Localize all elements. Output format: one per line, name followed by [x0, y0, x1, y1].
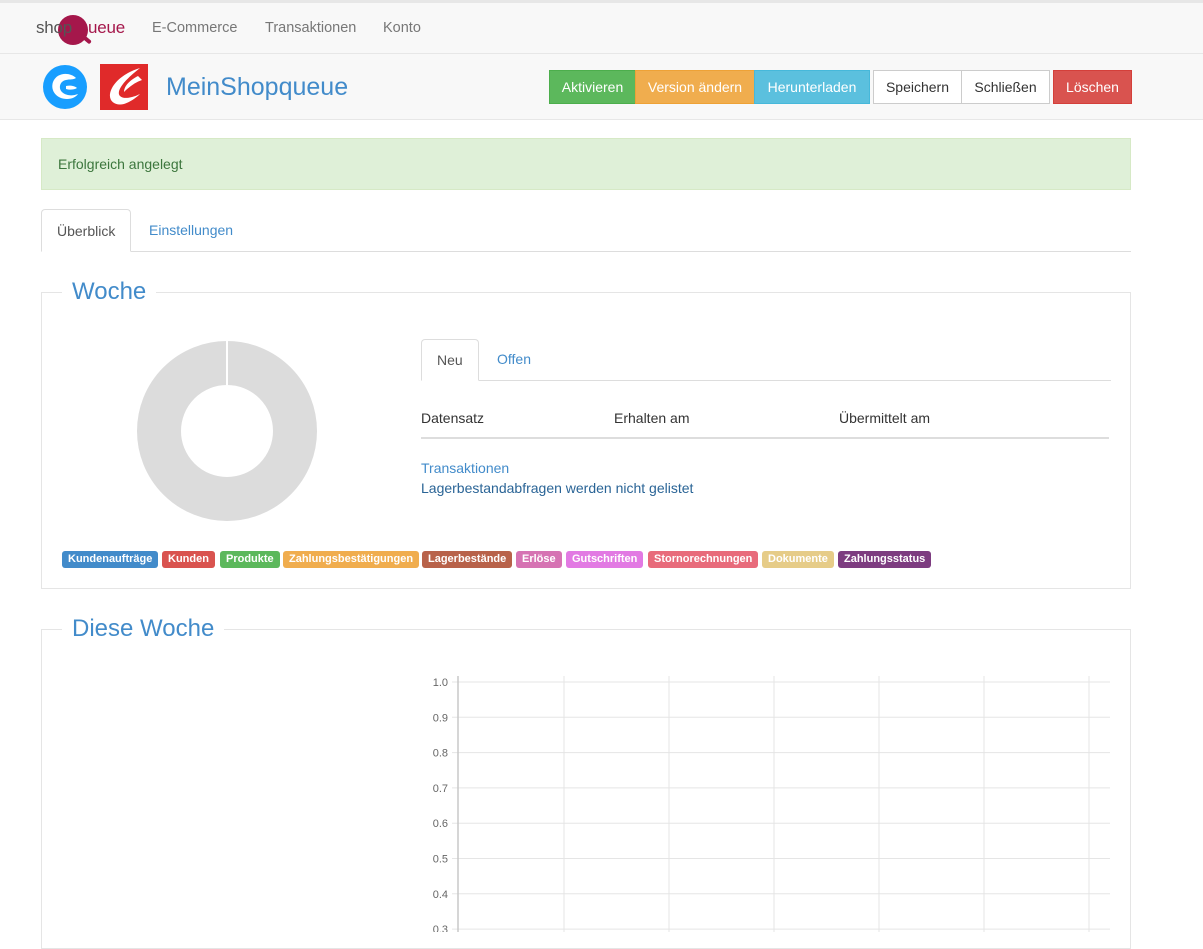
this-week-panel-title: Diese Woche: [62, 615, 225, 643]
chart-y-tick-label: 1.0: [433, 677, 448, 689]
success-alert: Erfolgreich angelegt: [41, 138, 1131, 190]
download-button[interactable]: Herunterladen: [754, 70, 870, 104]
top-navbar: shop ueue E-Commerce Transaktionen Konto: [0, 0, 1203, 54]
chart-y-tick-label: 0.3: [433, 924, 448, 932]
week-subtabs: Neu Offen: [421, 339, 1111, 381]
inventory-note: Lagerbestandabfragen werden nicht gelist…: [421, 480, 694, 496]
col-header-received[interactable]: Erhalten am: [614, 410, 689, 426]
week-donut-chart: [137, 340, 317, 521]
app-header: MeinShopqueue Aktivieren Version ändern …: [0, 54, 1203, 120]
close-button[interactable]: Schließen: [961, 70, 1050, 104]
legend-badge-2[interactable]: Produkte: [220, 551, 280, 568]
main-tabs: Überblick Einstellungen: [41, 209, 1131, 252]
legend-badge-1[interactable]: Kunden: [162, 551, 215, 568]
tab-new[interactable]: Neu: [421, 339, 479, 381]
nav-ecommerce[interactable]: E-Commerce: [152, 20, 237, 36]
tab-settings[interactable]: Einstellungen: [134, 209, 248, 252]
nav-account[interactable]: Konto: [383, 20, 421, 36]
chart-y-tick-label: 0.9: [433, 712, 448, 724]
connector-logo-icon: [100, 64, 148, 110]
chart-y-tick-label: 0.8: [433, 748, 448, 760]
legend-badge-7[interactable]: Stornorechnungen: [648, 551, 759, 568]
legend-badge-0[interactable]: Kundenaufträge: [62, 551, 159, 568]
col-header-transmitted[interactable]: Übermittelt am: [839, 410, 930, 426]
brand-prefix: shop: [36, 18, 73, 37]
activate-button[interactable]: Aktivieren: [549, 70, 636, 104]
chart-y-tick-label: 0.4: [433, 889, 448, 901]
brand-suffix: ueue: [88, 18, 126, 37]
this-week-line-chart: 1.0 0.9 0.8 0.7 0.6 0.5 0.4 0.3: [433, 676, 1110, 932]
change-version-button[interactable]: Version ändern: [635, 70, 755, 104]
tab-overview[interactable]: Überblick: [41, 209, 131, 252]
page-title: MeinShopqueue: [166, 73, 349, 101]
brand-text: shop ueue: [36, 18, 125, 38]
chart-y-tick-label: 0.5: [433, 854, 448, 866]
delete-button[interactable]: Löschen: [1053, 70, 1132, 104]
col-header-record[interactable]: Datensatz: [421, 410, 484, 426]
brand-logo[interactable]: shop ueue: [36, 15, 136, 45]
legend-badge-3[interactable]: Zahlungsbestätigungen: [283, 551, 420, 568]
table-header-divider: [421, 437, 1109, 439]
legend-badge-8[interactable]: Dokumente: [762, 551, 834, 568]
legend-badge-6[interactable]: Gutschriften: [566, 551, 644, 568]
shopware-logo-icon: [43, 65, 87, 109]
chart-y-tick-label: 0.7: [433, 783, 448, 795]
legend-badge-4[interactable]: Lagerbestände: [422, 551, 513, 568]
legend-badge-9[interactable]: Zahlungsstatus: [838, 551, 932, 568]
tab-open[interactable]: Offen: [482, 339, 546, 381]
transactions-link[interactable]: Transaktionen: [421, 460, 509, 476]
chart-y-tick-label: 0.6: [433, 818, 448, 830]
save-button[interactable]: Speichern: [873, 70, 962, 104]
legend-badge-5[interactable]: Erlöse: [516, 551, 562, 568]
week-panel-title: Woche: [62, 278, 157, 306]
nav-transactions[interactable]: Transaktionen: [265, 20, 356, 36]
